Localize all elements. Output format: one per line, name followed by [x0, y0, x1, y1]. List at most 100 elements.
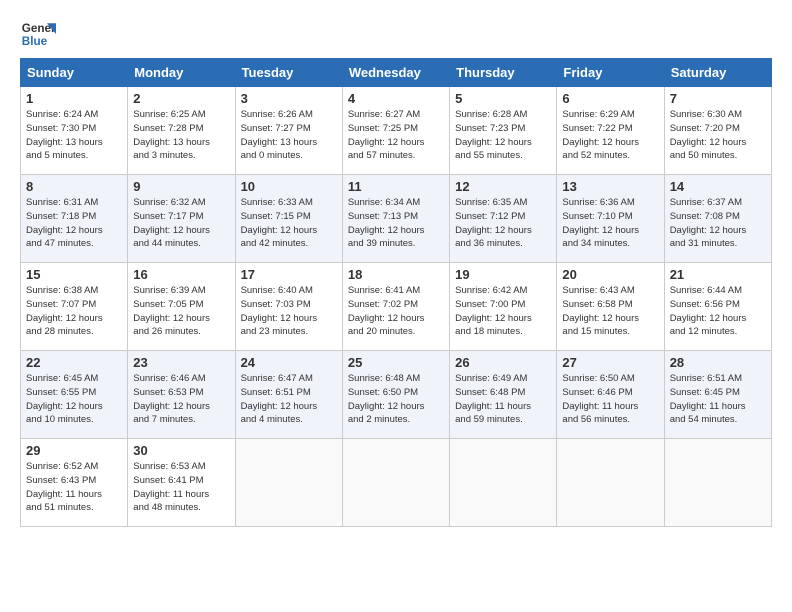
calendar-cell: 22 Sunrise: 6:45 AM Sunset: 6:55 PM Dayli… — [21, 351, 128, 439]
day-number: 14 — [670, 179, 766, 194]
day-number: 15 — [26, 267, 122, 282]
day-info: Sunrise: 6:29 AM Sunset: 7:22 PM Dayligh… — [562, 108, 658, 163]
day-of-week-header: Friday — [557, 59, 664, 87]
svg-text:Blue: Blue — [22, 35, 48, 48]
calendar-cell: 26Sunrise: 6:49 AM Sunset: 6:48 PM Dayli… — [450, 351, 557, 439]
day-of-week-header: Tuesday — [235, 59, 342, 87]
calendar-table: SundayMondayTuesdayWednesdayThursdayFrid… — [20, 58, 772, 527]
calendar-cell: 8 Sunrise: 6:31 AM Sunset: 7:18 PM Daylig… — [21, 175, 128, 263]
day-of-week-header: Wednesday — [342, 59, 449, 87]
calendar-cell: 10 Sunrise: 6:33 AM Sunset: 7:15 PM Dayli… — [235, 175, 342, 263]
calendar-cell: 25 Sunrise: 6:48 AM Sunset: 6:50 PM Dayli… — [342, 351, 449, 439]
day-info: Sunrise: 6:31 AM Sunset: 7:18 PM Dayligh… — [26, 196, 122, 251]
day-info: Sunrise: 6:36 AM Sunset: 7:10 PM Dayligh… — [562, 196, 658, 251]
day-info: Sunrise: 6:25 AM Sunset: 7:28 PM Dayligh… — [133, 108, 229, 163]
day-number: 1 — [26, 91, 122, 106]
calendar-cell: 28 Sunrise: 6:51 AM Sunset: 6:45 PM Dayli… — [664, 351, 771, 439]
calendar-cell: 18 Sunrise: 6:41 AM Sunset: 7:02 PM Dayli… — [342, 263, 449, 351]
day-number: 11 — [348, 179, 444, 194]
day-number: 22 — [26, 355, 122, 370]
day-info: Sunrise: 6:27 AM Sunset: 7:25 PM Dayligh… — [348, 108, 444, 163]
day-number: 28 — [670, 355, 766, 370]
calendar-cell: 1 Sunrise: 6:24 AM Sunset: 7:30 PM Daylig… — [21, 87, 128, 175]
day-number: 19 — [455, 267, 551, 282]
day-info: Sunrise: 6:45 AM Sunset: 6:55 PM Dayligh… — [26, 372, 122, 427]
calendar-body: 1 Sunrise: 6:24 AM Sunset: 7:30 PM Daylig… — [21, 87, 772, 527]
calendar-cell — [342, 439, 449, 527]
calendar-week-row: 22 Sunrise: 6:45 AM Sunset: 6:55 PM Dayli… — [21, 351, 772, 439]
calendar-cell: 9 Sunrise: 6:32 AM Sunset: 7:17 PM Daylig… — [128, 175, 235, 263]
day-info: Sunrise: 6:26 AM Sunset: 7:27 PM Dayligh… — [241, 108, 337, 163]
day-of-week-header: Saturday — [664, 59, 771, 87]
day-number: 18 — [348, 267, 444, 282]
day-number: 29 — [26, 443, 122, 458]
day-info: Sunrise: 6:41 AM Sunset: 7:02 PM Dayligh… — [348, 284, 444, 339]
calendar-cell: 21Sunrise: 6:44 AM Sunset: 6:56 PM Dayli… — [664, 263, 771, 351]
day-number: 13 — [562, 179, 658, 194]
day-info: Sunrise: 6:50 AM Sunset: 6:46 PM Dayligh… — [562, 372, 658, 427]
logo-icon: General Blue — [20, 16, 56, 52]
calendar-week-row: 1 Sunrise: 6:24 AM Sunset: 7:30 PM Daylig… — [21, 87, 772, 175]
day-number: 8 — [26, 179, 122, 194]
day-number: 2 — [133, 91, 229, 106]
day-number: 21 — [670, 267, 766, 282]
calendar-cell: 2 Sunrise: 6:25 AM Sunset: 7:28 PM Daylig… — [128, 87, 235, 175]
calendar-cell: 12 Sunrise: 6:35 AM Sunset: 7:12 PM Dayli… — [450, 175, 557, 263]
calendar-week-row: 15Sunrise: 6:38 AM Sunset: 7:07 PM Dayli… — [21, 263, 772, 351]
calendar-cell: 30 Sunrise: 6:53 AM Sunset: 6:41 PM Dayli… — [128, 439, 235, 527]
day-number: 25 — [348, 355, 444, 370]
day-info: Sunrise: 6:35 AM Sunset: 7:12 PM Dayligh… — [455, 196, 551, 251]
day-info: Sunrise: 6:34 AM Sunset: 7:13 PM Dayligh… — [348, 196, 444, 251]
calendar-cell — [235, 439, 342, 527]
day-number: 30 — [133, 443, 229, 458]
calendar-cell: 15Sunrise: 6:38 AM Sunset: 7:07 PM Dayli… — [21, 263, 128, 351]
day-info: Sunrise: 6:48 AM Sunset: 6:50 PM Dayligh… — [348, 372, 444, 427]
day-info: Sunrise: 6:42 AM Sunset: 7:00 PM Dayligh… — [455, 284, 551, 339]
day-info: Sunrise: 6:28 AM Sunset: 7:23 PM Dayligh… — [455, 108, 551, 163]
day-info: Sunrise: 6:32 AM Sunset: 7:17 PM Dayligh… — [133, 196, 229, 251]
calendar-cell: 23 Sunrise: 6:46 AM Sunset: 6:53 PM Dayli… — [128, 351, 235, 439]
day-of-week-header: Sunday — [21, 59, 128, 87]
calendar-cell: 27 Sunrise: 6:50 AM Sunset: 6:46 PM Dayli… — [557, 351, 664, 439]
day-number: 9 — [133, 179, 229, 194]
day-info: Sunrise: 6:47 AM Sunset: 6:51 PM Dayligh… — [241, 372, 337, 427]
calendar-cell: 11 Sunrise: 6:34 AM Sunset: 7:13 PM Dayli… — [342, 175, 449, 263]
day-number: 23 — [133, 355, 229, 370]
logo: General Blue — [20, 16, 56, 52]
day-number: 27 — [562, 355, 658, 370]
calendar-cell: 24Sunrise: 6:47 AM Sunset: 6:51 PM Dayli… — [235, 351, 342, 439]
day-number: 20 — [562, 267, 658, 282]
day-info: Sunrise: 6:33 AM Sunset: 7:15 PM Dayligh… — [241, 196, 337, 251]
day-of-week-header: Thursday — [450, 59, 557, 87]
day-number: 10 — [241, 179, 337, 194]
day-info: Sunrise: 6:24 AM Sunset: 7:30 PM Dayligh… — [26, 108, 122, 163]
calendar-week-row: 8 Sunrise: 6:31 AM Sunset: 7:18 PM Daylig… — [21, 175, 772, 263]
day-number: 6 — [562, 91, 658, 106]
calendar-cell: 4 Sunrise: 6:27 AM Sunset: 7:25 PM Daylig… — [342, 87, 449, 175]
day-number: 12 — [455, 179, 551, 194]
day-info: Sunrise: 6:30 AM Sunset: 7:20 PM Dayligh… — [670, 108, 766, 163]
day-info: Sunrise: 6:40 AM Sunset: 7:03 PM Dayligh… — [241, 284, 337, 339]
day-info: Sunrise: 6:53 AM Sunset: 6:41 PM Dayligh… — [133, 460, 229, 515]
day-number: 4 — [348, 91, 444, 106]
calendar-week-row: 29Sunrise: 6:52 AM Sunset: 6:43 PM Dayli… — [21, 439, 772, 527]
header: General Blue — [20, 16, 772, 52]
day-number: 5 — [455, 91, 551, 106]
calendar-cell: 29Sunrise: 6:52 AM Sunset: 6:43 PM Dayli… — [21, 439, 128, 527]
calendar-cell: 3 Sunrise: 6:26 AM Sunset: 7:27 PM Daylig… — [235, 87, 342, 175]
day-of-week-header: Monday — [128, 59, 235, 87]
day-number: 16 — [133, 267, 229, 282]
day-info: Sunrise: 6:39 AM Sunset: 7:05 PM Dayligh… — [133, 284, 229, 339]
calendar-cell: 6 Sunrise: 6:29 AM Sunset: 7:22 PM Daylig… — [557, 87, 664, 175]
day-number: 26 — [455, 355, 551, 370]
calendar-cell: 19 Sunrise: 6:42 AM Sunset: 7:00 PM Dayli… — [450, 263, 557, 351]
calendar-cell: 17Sunrise: 6:40 AM Sunset: 7:03 PM Dayli… — [235, 263, 342, 351]
day-info: Sunrise: 6:51 AM Sunset: 6:45 PM Dayligh… — [670, 372, 766, 427]
day-info: Sunrise: 6:46 AM Sunset: 6:53 PM Dayligh… — [133, 372, 229, 427]
day-info: Sunrise: 6:43 AM Sunset: 6:58 PM Dayligh… — [562, 284, 658, 339]
calendar-cell — [450, 439, 557, 527]
calendar-cell: 13 Sunrise: 6:36 AM Sunset: 7:10 PM Dayli… — [557, 175, 664, 263]
calendar-header-row: SundayMondayTuesdayWednesdayThursdayFrid… — [21, 59, 772, 87]
calendar-cell: 16 Sunrise: 6:39 AM Sunset: 7:05 PM Dayli… — [128, 263, 235, 351]
day-number: 3 — [241, 91, 337, 106]
